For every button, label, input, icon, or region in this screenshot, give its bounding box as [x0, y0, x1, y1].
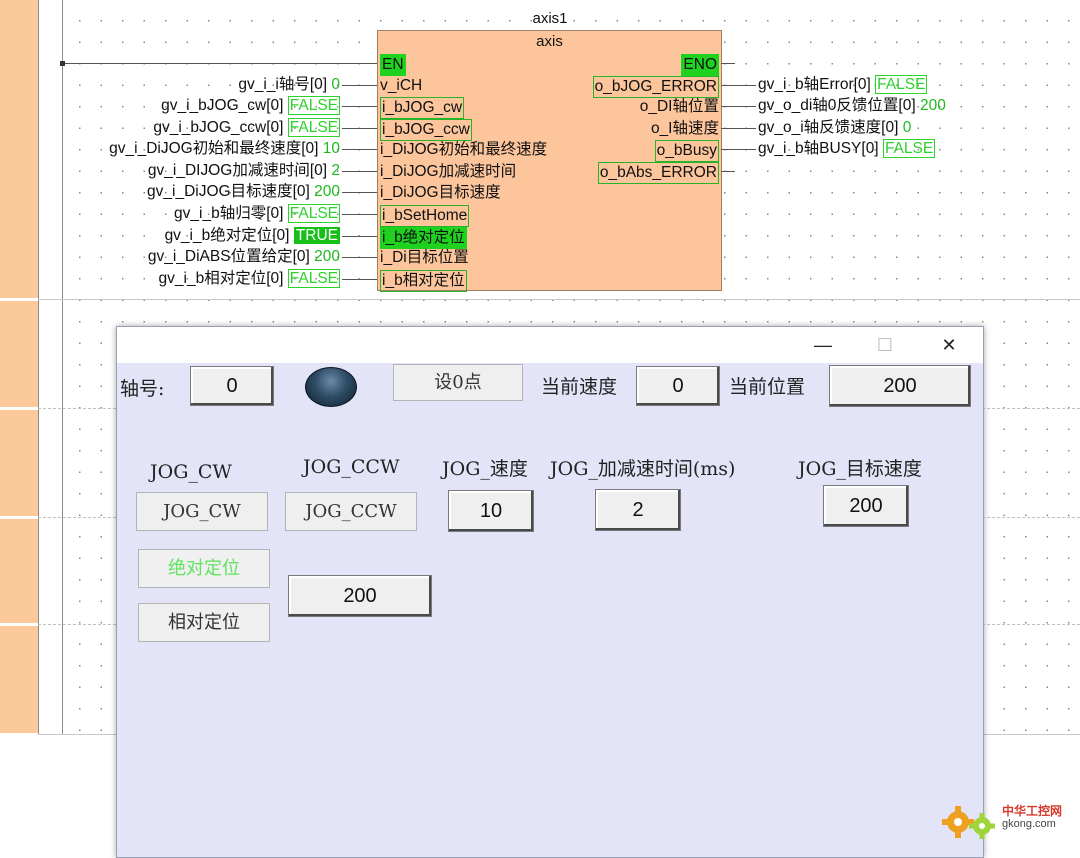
jog-cw-label: JOG_CW — [150, 461, 232, 483]
dialog-titlebar[interactable]: — ☐ ✕ — [117, 327, 983, 363]
output-wire — [721, 128, 756, 129]
pin-set-home[interactable]: i_bSetHome — [380, 205, 470, 227]
input-var-axis-home[interactable]: gv_i_b轴归零[0] FALSE — [174, 204, 340, 224]
pin-en[interactable]: EN — [380, 54, 406, 76]
gear-icon — [942, 806, 995, 839]
input-var-axis-no[interactable]: gv_i_i轴号[0] 0 — [238, 75, 340, 95]
en-wire — [62, 63, 377, 64]
input-var-jog-cw[interactable]: gv_i_bJOG_cw[0] FALSE — [161, 96, 340, 116]
close-icon[interactable]: ✕ — [927, 330, 971, 360]
input-wire — [342, 236, 377, 237]
pin-eno[interactable]: ENO — [681, 54, 719, 76]
input-wire — [342, 279, 377, 280]
input-var-jog-target-speed[interactable]: gv_i_DiJOG目标速度[0] 200 — [147, 182, 340, 202]
input-var-abs-position[interactable]: gv_i_b绝对定位[0] TRUE — [165, 226, 340, 246]
watermark-url: gkong.com — [1002, 818, 1056, 830]
rung-2-margin[interactable] — [0, 301, 38, 407]
axis-control-dialog[interactable]: — ☐ ✕ 轴号: 0 设0点 当前速度 0 当前位置 200 JOG_CW J… — [116, 326, 984, 858]
jog-accel-time-input[interactable]: 2 — [595, 489, 681, 531]
current-speed-value: 0 — [636, 366, 720, 406]
watermark-text: 中华工控网 — [1002, 804, 1063, 818]
output-wire — [721, 85, 756, 86]
jog-ccw-button[interactable]: JOG_CCW — [285, 492, 417, 531]
output-var-axis-busy[interactable]: gv_i_b轴BUSY[0] FALSE — [758, 139, 936, 159]
absolute-position-input[interactable]: 200 — [288, 575, 432, 617]
relative-position-button[interactable]: 相对定位 — [138, 603, 270, 642]
rung-5-margin[interactable] — [0, 626, 38, 733]
input-wire — [342, 149, 377, 150]
pin-abs-position[interactable]: i_b绝对定位 — [380, 227, 467, 249]
output-wire — [721, 63, 735, 64]
jog-accel-time-label: JOG_加减速时间(ms) — [550, 458, 736, 480]
set-zero-button[interactable]: 设0点 — [393, 364, 523, 401]
pin-rel-position[interactable]: i_b相对定位 — [380, 270, 467, 292]
pin-jog-init-speed[interactable]: i_DiJOG初始和最终速度 — [380, 140, 547, 160]
axis-no-input[interactable]: 0 — [190, 366, 274, 406]
input-var-jog-ccw[interactable]: gv_i_bJOG_ccw[0] FALSE — [153, 118, 340, 138]
maximize-icon: ☐ — [876, 335, 894, 355]
input-var-rel-position[interactable]: gv_i_b相对定位[0] FALSE — [159, 269, 340, 289]
pin-jog-ccw[interactable]: i_bJOG_ccw — [380, 119, 472, 141]
input-wire — [342, 192, 377, 193]
pin-axis-position[interactable]: o_DI轴位置 — [640, 97, 719, 117]
axis-function-block[interactable]: axis EN v_iCH i_bJOG_cw i_bJOG_ccw i_DiJ… — [377, 30, 722, 292]
input-wire — [342, 128, 377, 129]
rung-separator — [38, 299, 1080, 300]
absolute-position-button[interactable]: 绝对定位 — [138, 549, 270, 588]
jog-cw-button[interactable]: JOG_CW — [136, 492, 268, 531]
pin-abs-error[interactable]: o_bAbs_ERROR — [597, 162, 719, 184]
en-wire-node — [60, 61, 65, 66]
jog-speed-label: JOG_速度 — [442, 458, 528, 480]
watermark-logo: 中华工控网 gkong.com — [940, 796, 1080, 846]
input-wire — [342, 106, 377, 107]
rung-4-margin[interactable] — [0, 519, 38, 623]
output-var-feedback-position[interactable]: gv_o_di轴0反馈位置[0] 200 — [758, 96, 946, 116]
input-wire — [342, 214, 377, 215]
jog-ccw-label: JOG_CCW — [303, 456, 400, 478]
fb-instance-name: axis1 — [532, 10, 568, 27]
rung-1-margin[interactable] — [0, 0, 38, 298]
input-var-jog-init-speed[interactable]: gv_i_DiJOG初始和最终速度[0] 10 — [109, 139, 340, 159]
output-wire — [721, 106, 756, 107]
input-wire — [342, 85, 377, 86]
rung-3-margin[interactable] — [0, 410, 38, 516]
jog-target-speed-input[interactable]: 200 — [823, 485, 909, 527]
current-position-value: 200 — [829, 365, 971, 407]
pin-target-position[interactable]: i_Di目标位置 — [380, 248, 469, 268]
fb-type-name: axis — [536, 33, 563, 50]
axis-no-label: 轴号: — [120, 378, 165, 400]
pin-jog-target-speed[interactable]: i_DiJOG目标速度 — [380, 183, 501, 203]
current-speed-label: 当前速度 — [541, 376, 618, 398]
output-var-feedback-speed[interactable]: gv_o_i轴反馈速度[0] 0 — [758, 118, 911, 138]
jog-target-speed-label: JOG_目标速度 — [798, 458, 922, 480]
pin-axis-speed[interactable]: o_I轴速度 — [651, 119, 719, 139]
current-position-label: 当前位置 — [729, 376, 806, 398]
pin-jog-error[interactable]: o_bJOG_ERROR — [592, 76, 719, 98]
minimize-icon[interactable]: — — [801, 330, 845, 360]
input-var-abs-setpoint[interactable]: gv_i_DiABS位置给定[0] 200 — [148, 247, 340, 267]
output-wire — [721, 149, 756, 150]
pin-v-ich[interactable]: v_iCH — [380, 76, 422, 96]
input-wire — [342, 171, 377, 172]
input-wire — [342, 257, 377, 258]
input-var-jog-accel-time[interactable]: gv_i_DIJOG加减速时间[0] 2 — [148, 161, 340, 181]
pin-jog-cw[interactable]: i_bJOG_cw — [380, 97, 465, 119]
jog-speed-input[interactable]: 10 — [448, 490, 534, 532]
output-wire — [721, 171, 735, 172]
pin-jog-accel-time[interactable]: i_DiJOG加减速时间 — [380, 162, 516, 182]
output-var-axis-error[interactable]: gv_i_b轴Error[0] FALSE — [758, 75, 928, 95]
status-led-indicator — [305, 367, 357, 407]
pin-busy[interactable]: o_bBusy — [654, 140, 719, 162]
